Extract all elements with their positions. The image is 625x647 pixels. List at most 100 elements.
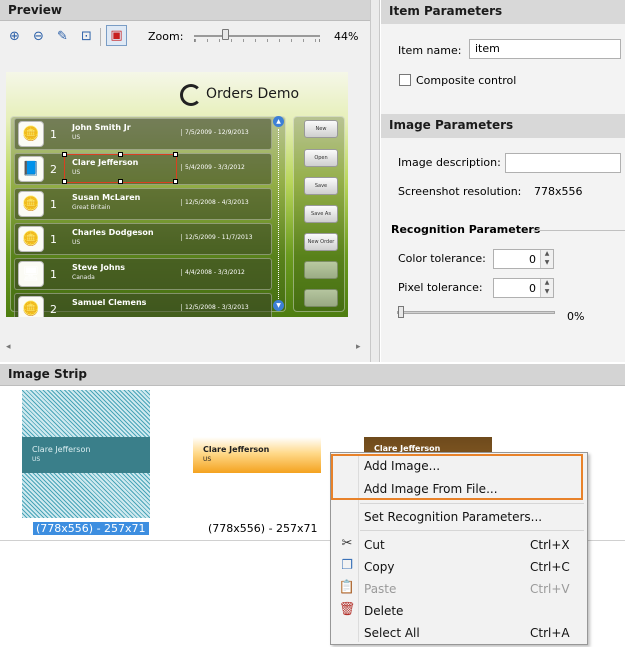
zoom-slider-track: [194, 35, 320, 37]
tolerance-slider[interactable]: [397, 306, 557, 320]
scroll-down-icon[interactable]: ▼: [273, 300, 284, 311]
tolerance-slider-track: [397, 311, 555, 314]
strip-thumb-name: Clare Jefferson: [203, 445, 270, 454]
coins-icon: 🪙: [18, 226, 44, 252]
zoom-in-icon[interactable]: ⊕: [4, 26, 25, 47]
demo-row[interactable]: 🪙 1 John Smith Jr US 7/5/2009 - 12/9/201…: [14, 118, 272, 150]
pixel-tolerance-label: Pixel tolerance:: [398, 281, 483, 294]
image-desc-input[interactable]: [505, 153, 621, 173]
vertical-splitter[interactable]: [371, 0, 380, 362]
resize-handle[interactable]: [62, 152, 67, 157]
pixel-tolerance-stepper[interactable]: 0 ▲ ▼: [493, 278, 554, 298]
menu-paste: 📋 Paste Ctrl+V: [334, 578, 588, 600]
trash-icon: 🗑: [338, 602, 356, 617]
select-region-icon[interactable]: ▣: [106, 25, 127, 46]
tolerance-slider-thumb[interactable]: [398, 306, 404, 318]
orders-logo-icon: [180, 84, 202, 106]
demo-new-button[interactable]: New: [304, 120, 338, 138]
scroll-right-icon[interactable]: ▸: [356, 342, 361, 352]
coins-icon: 🪙: [18, 121, 44, 147]
pixel-tolerance-value: 0: [529, 282, 536, 295]
copy-icon: ❐: [341, 558, 353, 573]
strip-thumbnail-image: Clare Jefferson US: [22, 437, 150, 473]
image-strip-title: Image Strip: [0, 364, 625, 386]
spin-up-icon[interactable]: ▲: [541, 279, 553, 288]
resize-handle[interactable]: [118, 152, 123, 157]
menu-item-label: Paste: [364, 582, 397, 596]
row-count: 2: [50, 163, 57, 176]
spin-down-icon[interactable]: ▼: [541, 288, 553, 297]
tolerance-slider-value: 0%: [567, 310, 585, 323]
menu-delete[interactable]: 🗑 Delete: [334, 600, 588, 622]
zoom-out-icon[interactable]: ⊖: [28, 26, 49, 47]
selection-rectangle[interactable]: [62, 152, 178, 184]
image-desc-label: Image description:: [398, 156, 501, 169]
zoom-value: 44%: [334, 30, 359, 43]
demo-row[interactable]: 🪙 1 Susan McLaren Great Britain 12/5/200…: [14, 188, 272, 220]
menu-item-label: Copy: [364, 560, 395, 574]
preview-canvas[interactable]: Orders Demo 🪙 1 John Smith Jr US 7/5/200…: [6, 72, 348, 317]
menu-item-shortcut: Ctrl+A: [530, 626, 570, 640]
scissors-icon: ✂: [341, 536, 353, 551]
eyedropper-icon[interactable]: ✎: [52, 26, 73, 47]
menu-set-recognition-params[interactable]: Set Recognition Parameters...: [334, 506, 588, 528]
demo-new-order-button[interactable]: New Order: [304, 233, 338, 251]
strip-thumbnail-selected[interactable]: Clare Jefferson US: [22, 390, 150, 518]
demo-disabled-button: [304, 289, 338, 307]
scroll-track: [278, 129, 279, 299]
item-name-input[interactable]: item: [469, 39, 621, 59]
menu-select-all[interactable]: Select All Ctrl+A: [334, 622, 588, 644]
color-tolerance-label: Color tolerance:: [398, 252, 486, 265]
demo-save-as-button[interactable]: Save As: [304, 205, 338, 223]
parameters-panel: Item Parameters Item name: item Composit…: [381, 0, 625, 362]
row-count: 1: [50, 268, 57, 281]
spinner-arrows[interactable]: ▲ ▼: [540, 250, 553, 268]
zoom-slider[interactable]: [194, 29, 320, 43]
row-count: 1: [50, 128, 57, 141]
demo-row[interactable]: 🪙 2 Samuel Clemens 12/5/2008 - 3/3/2013: [14, 293, 272, 317]
zoom-slider-thumb[interactable]: [222, 29, 229, 40]
zoom-slider-ticks: [194, 39, 320, 42]
spinner-arrows[interactable]: ▲ ▼: [540, 279, 553, 297]
scroll-left-icon[interactable]: ◂: [6, 342, 11, 352]
row-sub: Great Britain: [72, 204, 111, 211]
menu-cut[interactable]: ✂ Cut Ctrl+X: [334, 534, 588, 556]
demo-open-button[interactable]: Open: [304, 149, 338, 167]
computer-icon: 🖥: [18, 261, 44, 287]
strip-caption: (778x556) - 257x71: [208, 522, 318, 535]
demo-row[interactable]: 🪙 1 Charles Dodgeson US 12/5/2009 - 11/7…: [14, 223, 272, 255]
spin-up-icon[interactable]: ▲: [541, 250, 553, 259]
image-params-title: Image Parameters: [381, 114, 625, 138]
demo-save-button[interactable]: Save: [304, 177, 338, 195]
composite-label: Composite control: [416, 74, 517, 87]
row-name: Charles Dodgeson: [72, 228, 154, 237]
row-sub: US: [72, 134, 81, 141]
demo-disabled-button: [304, 261, 338, 279]
menu-separator: [360, 503, 584, 504]
strip-thumbnail[interactable]: Clare Jefferson US: [193, 437, 321, 473]
resize-handle[interactable]: [173, 179, 178, 184]
composite-checkbox[interactable]: [399, 74, 411, 86]
row-dates: 12/5/2009 - 11/7/2013: [181, 234, 253, 241]
resize-handle[interactable]: [118, 179, 123, 184]
preview-h-scrollbar[interactable]: ◂ ▸: [0, 342, 370, 356]
menu-copy[interactable]: ❐ Copy Ctrl+C: [334, 556, 588, 578]
coins-icon: 🪙: [18, 191, 44, 217]
resize-handle[interactable]: [62, 179, 67, 184]
menu-separator: [360, 530, 584, 531]
demo-scrollbar[interactable]: ▲ ▼: [273, 116, 284, 312]
demo-row[interactable]: 🖥 1 Steve Johns Canada 4/4/2008 - 3/3/20…: [14, 258, 272, 290]
zoom-label: Zoom:: [148, 30, 184, 43]
zoom-fit-icon[interactable]: ⊡: [76, 26, 97, 47]
item-name-label: Item name:: [398, 44, 462, 57]
spin-down-icon[interactable]: ▼: [541, 259, 553, 268]
preview-title: Preview: [0, 0, 370, 21]
color-tolerance-stepper[interactable]: 0 ▲ ▼: [493, 249, 554, 269]
row-name: Steve Johns: [72, 263, 126, 272]
toolbar-separator: [100, 28, 101, 46]
row-dates: 12/5/2008 - 3/3/2013: [181, 304, 249, 311]
highlight-box: [331, 454, 583, 500]
row-dates: 4/4/2008 - 3/3/2012: [181, 269, 245, 276]
scroll-up-icon[interactable]: ▲: [273, 116, 284, 127]
resize-handle[interactable]: [173, 152, 178, 157]
